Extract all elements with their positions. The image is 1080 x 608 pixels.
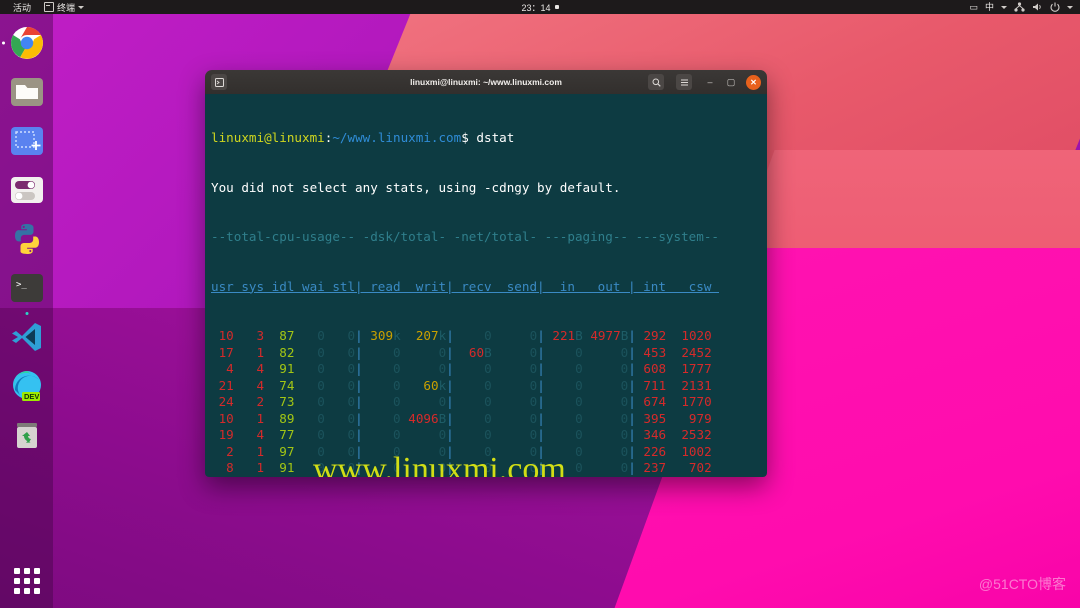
svg-text:>_: >_ [16, 280, 27, 290]
dock-item-settings[interactable] [8, 171, 46, 209]
desktop-screen: 活动 终端 23：14 ▭ 中 >_ DEV linuxmi@linuxmi: … [0, 0, 1080, 608]
search-icon[interactable] [648, 74, 664, 90]
close-button[interactable]: ✕ [746, 74, 761, 90]
table-row: 10 1 89 0 0| 0 4096B| 0 0| 0 0| 395 979 [211, 410, 712, 426]
grid-dot-icon [33, 568, 40, 574]
grid-dot-icon [13, 588, 20, 594]
terminal-titlebar[interactable]: linuxmi@linuxmi: ~/www.linuxmi.com – ▢ ✕ [205, 70, 767, 94]
table-row: 14 4 81 0 0| 0 0| 0 0| 0 0| 264 1018 [211, 477, 767, 478]
terminal-icon: >_ [10, 274, 43, 302]
running-indicator-dot [1, 41, 5, 45]
terminal-glyph-icon [214, 77, 224, 87]
edge-dev-icon: DEV [12, 371, 41, 401]
screenshot-icon [10, 127, 43, 155]
dock-item-python[interactable] [8, 220, 46, 258]
dock-item-terminal[interactable]: >_ [8, 269, 46, 315]
terminal-app-icon [211, 74, 227, 90]
left-dock: >_ DEV [0, 14, 53, 608]
corner-watermark: @51CTO博客 [978, 576, 1066, 592]
chrome-icon [10, 26, 43, 59]
prompt-path: ~/www.linuxmi.com [332, 130, 462, 145]
grid-dot-icon [13, 578, 20, 584]
prompt-user: linuxmi@linuxmi [211, 130, 325, 145]
settings-icon [10, 177, 43, 203]
files-icon [10, 78, 43, 106]
menu-glyph-icon [680, 79, 688, 85]
show-applications-button[interactable] [13, 568, 40, 594]
grid-dot-icon [33, 578, 40, 584]
table-row: 10 3 87 0 0| 309k 207k| 0 0| 221B 4977B|… [211, 328, 712, 343]
dock-item-screenshot[interactable] [8, 122, 46, 160]
command-text: dstat [476, 130, 515, 145]
table-row: 21 4 74 0 0| 0 60k| 0 0| 0 0| 711 2131 [211, 377, 712, 393]
window-controls: – ▢ ✕ [648, 74, 761, 90]
grid-dot-icon [23, 588, 30, 594]
terminal-data-rows: 10 3 87 0 0| 309k 207k| 0 0| 221B 4977B|… [211, 328, 767, 477]
clock-area[interactable]: 23：14 [0, 1, 1080, 14]
table-row: 4 4 91 0 0| 0 0| 0 0| 0 0| 608 1777 [211, 361, 712, 376]
svg-text:DEV: DEV [24, 392, 39, 401]
terminal-group-header: --total-cpu-usage-- -dsk/total- -net/tot… [211, 229, 719, 244]
minimize-button[interactable]: – [704, 77, 716, 87]
terminal-column-header: usr sys idl wai stl| read writ| recv sen… [211, 278, 719, 294]
maximize-button[interactable]: ▢ [725, 77, 737, 87]
notification-dot-icon [554, 5, 559, 9]
dock-item-trash[interactable] [8, 416, 46, 454]
grid-dot-icon [33, 588, 40, 594]
table-row: 8 1 91 0 0| 0 0| 0 0| 0 0| 237 702 [211, 460, 712, 475]
terminal-notice-line: You did not select any stats, using -cdn… [211, 179, 621, 195]
hamburger-icon[interactable] [676, 74, 692, 90]
python-icon [14, 224, 39, 254]
table-row: 24 2 73 0 0| 0 0| 0 0| 0 0| 674 1770 [211, 394, 712, 409]
grid-dot-icon [23, 578, 30, 584]
vscode-icon [11, 323, 41, 351]
terminal-prompt-line: linuxmi@linuxmi:~/www.linuxmi.com$ dstat [211, 130, 767, 147]
table-row: 19 4 77 0 0| 0 0| 0 0| 0 0| 346 2532 [211, 427, 712, 442]
clock-label: 23：14 [521, 2, 551, 13]
dock-item-files[interactable] [8, 73, 46, 111]
terminal-running-dot [25, 312, 28, 315]
terminal-output-area[interactable]: linuxmi@linuxmi:~/www.linuxmi.com$ dstat… [205, 94, 767, 477]
prompt-dollar: $ [461, 130, 469, 145]
dock-item-vscode[interactable] [8, 318, 46, 356]
grid-dot-icon [13, 568, 20, 574]
trash-icon [16, 423, 37, 448]
dock-item-edge-dev[interactable]: DEV [8, 367, 46, 405]
grid-dot-icon [23, 568, 30, 574]
dock-item-chrome[interactable] [1, 24, 46, 62]
table-row: 2 1 97 0 0| 0 0| 0 0| 0 0| 226 1002 [211, 443, 712, 459]
terminal-window: linuxmi@linuxmi: ~/www.linuxmi.com – ▢ ✕ [205, 70, 767, 477]
search-glyph-icon [652, 78, 661, 87]
top-system-bar: 活动 终端 23：14 ▭ 中 [0, 0, 1080, 14]
table-row: 17 1 82 0 0| 0 0| 60B 0| 0 0| 453 2452 [211, 344, 712, 360]
